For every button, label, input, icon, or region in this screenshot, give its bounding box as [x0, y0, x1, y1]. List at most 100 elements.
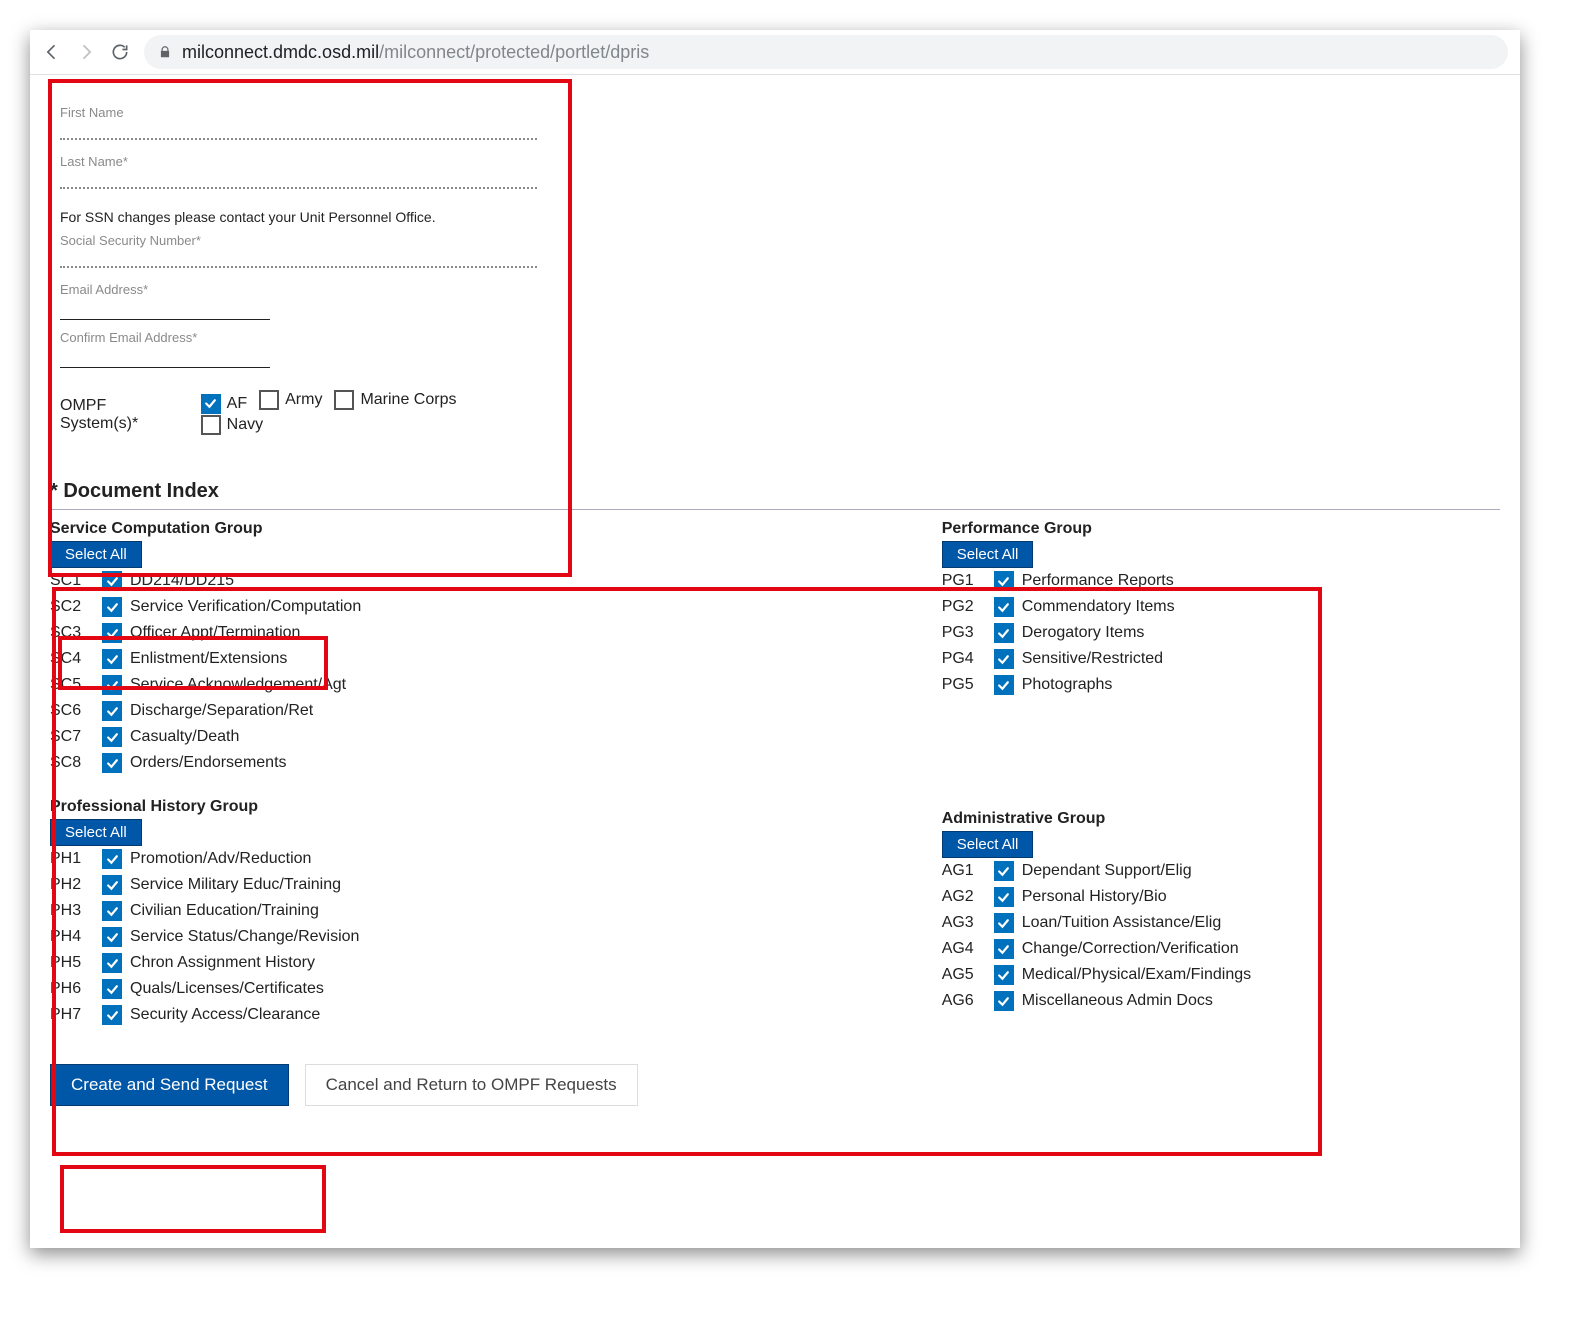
doc-item-checkbox[interactable]	[994, 649, 1014, 669]
doc-item-code: SC1	[50, 572, 94, 590]
action-buttons: Create and Send Request Cancel and Retur…	[50, 1064, 1500, 1106]
doc-item-checkbox[interactable]	[102, 571, 122, 591]
doc-item-checkbox[interactable]	[102, 649, 122, 669]
back-icon[interactable]	[42, 42, 62, 62]
select-all-pg[interactable]: Select All	[942, 541, 1034, 568]
doc-item-checkbox[interactable]	[994, 887, 1014, 907]
doc-item-label: Loan/Tuition Assistance/Elig	[1022, 914, 1222, 932]
ompf-option-label: Army	[285, 391, 322, 409]
doc-item-checkbox[interactable]	[994, 571, 1014, 591]
doc-item-label: Commendatory Items	[1022, 598, 1175, 616]
doc-item-checkbox[interactable]	[994, 913, 1014, 933]
ompf-checkbox-navy[interactable]	[201, 415, 221, 435]
doc-item-code: PG5	[942, 676, 986, 694]
doc-item-code: AG2	[942, 888, 986, 906]
doc-item-checkbox[interactable]	[102, 979, 122, 999]
doc-item-code: PH6	[50, 980, 94, 998]
app-frame: milconnect.dmdc.osd.mil/milconnect/prote…	[30, 30, 1520, 1248]
doc-item-label: Discharge/Separation/Ret	[130, 702, 313, 720]
doc-item-checkbox[interactable]	[994, 623, 1014, 643]
ompf-checkbox-marine-corps[interactable]	[334, 390, 354, 410]
doc-item-label: Service Acknowledgement/Agt	[130, 676, 346, 694]
doc-item-label: Service Verification/Computation	[130, 598, 361, 616]
doc-item-checkbox[interactable]	[102, 701, 122, 721]
doc-item-checkbox[interactable]	[994, 965, 1014, 985]
doc-item-checkbox[interactable]	[994, 675, 1014, 695]
doc-item-label: Medical/Physical/Exam/Findings	[1022, 966, 1251, 984]
doc-item-label: Enlistment/Extensions	[130, 650, 287, 668]
doc-item-row: PH6 Quals/Licenses/Certificates	[50, 976, 942, 1002]
doc-item-code: PH2	[50, 876, 94, 894]
select-all-ag[interactable]: Select All	[942, 831, 1034, 858]
doc-item-code: PH4	[50, 928, 94, 946]
doc-item-row: PH4Service Status/Change/Revision	[50, 924, 942, 950]
select-all-ph[interactable]: Select All	[50, 819, 142, 846]
first-name-label: First Name	[60, 105, 537, 120]
doc-item-label: Security Access/Clearance	[130, 1006, 320, 1024]
doc-item-row: PG1Performance Reports	[942, 568, 1310, 594]
first-name-input[interactable]	[60, 138, 537, 140]
doc-item-code: AG4	[942, 940, 986, 958]
doc-item-code: SC2	[50, 598, 94, 616]
doc-item-checkbox[interactable]	[994, 991, 1014, 1011]
doc-item-row: PG5Photographs	[942, 672, 1310, 698]
doc-item-row: SC8Orders/Endorsements	[50, 750, 942, 776]
doc-item-code: SC4	[50, 650, 94, 668]
doc-item-checkbox[interactable]	[102, 753, 122, 773]
ompf-checkbox-af[interactable]	[201, 394, 221, 414]
forward-icon[interactable]	[76, 42, 96, 62]
doc-item-checkbox[interactable]	[994, 939, 1014, 959]
doc-item-row: AG1 Dependant Support/Elig	[942, 858, 1310, 884]
doc-item-label: Derogatory Items	[1022, 624, 1145, 642]
doc-item-checkbox[interactable]	[994, 597, 1014, 617]
doc-item-label: Dependant Support/Elig	[1022, 862, 1192, 880]
select-all-sc[interactable]: Select All	[50, 541, 142, 568]
doc-item-checkbox[interactable]	[994, 861, 1014, 881]
last-name-input[interactable]	[60, 187, 537, 189]
doc-item-checkbox[interactable]	[102, 901, 122, 921]
doc-item-label: Miscellaneous Admin Docs	[1022, 992, 1213, 1010]
doc-item-code: PH3	[50, 902, 94, 920]
highlight-create-btn	[60, 1165, 326, 1233]
doc-item-label: Casualty/Death	[130, 728, 239, 746]
doc-item-checkbox[interactable]	[102, 727, 122, 747]
doc-item-checkbox[interactable]	[102, 623, 122, 643]
ssn-input[interactable]	[60, 266, 537, 268]
doc-item-row: SC3Officer Appt/Termination	[50, 620, 942, 646]
doc-item-checkbox[interactable]	[102, 953, 122, 973]
address-bar[interactable]: milconnect.dmdc.osd.mil/milconnect/prote…	[144, 35, 1508, 69]
ompf-system-row: OMPF System(s)* AFArmyMarine CorpsNavy	[60, 390, 537, 440]
doc-item-row: PG3Derogatory Items	[942, 620, 1310, 646]
doc-item-code: PG2	[942, 598, 986, 616]
confirm-email-input[interactable]	[60, 367, 270, 368]
doc-item-label: DD214/DD215	[130, 572, 234, 590]
email-input[interactable]	[60, 319, 270, 320]
ompf-checkbox-army[interactable]	[259, 390, 279, 410]
ompf-option-label: Marine Corps	[360, 391, 456, 409]
cancel-return-button[interactable]: Cancel and Return to OMPF Requests	[305, 1064, 638, 1106]
doc-item-checkbox[interactable]	[102, 675, 122, 695]
create-send-button[interactable]: Create and Send Request	[50, 1064, 289, 1106]
doc-item-row: SC7 Casualty/Death	[50, 724, 942, 750]
doc-item-row: PG2 Commendatory Items	[942, 594, 1310, 620]
doc-item-checkbox[interactable]	[102, 1005, 122, 1025]
doc-item-checkbox[interactable]	[102, 875, 122, 895]
doc-item-label: Quals/Licenses/Certificates	[130, 980, 324, 998]
group-service-computation: Service Computation Group Select All SC1…	[50, 520, 942, 776]
doc-item-row: AG6 Miscellaneous Admin Docs	[942, 988, 1310, 1014]
doc-item-code: SC7	[50, 728, 94, 746]
doc-item-label: Chron Assignment History	[130, 954, 315, 972]
doc-item-code: AG6	[942, 992, 986, 1010]
group-title-ag: Administrative Group	[942, 810, 1310, 828]
doc-item-code: PH5	[50, 954, 94, 972]
doc-item-checkbox[interactable]	[102, 597, 122, 617]
reload-icon[interactable]	[110, 42, 130, 62]
doc-item-code: AG1	[942, 862, 986, 880]
doc-item-row: PH1Promotion/Adv/Reduction	[50, 846, 942, 872]
page-content: First Name Last Name* For SSN changes pl…	[30, 75, 1520, 1116]
doc-item-checkbox[interactable]	[102, 927, 122, 947]
doc-item-code: PG4	[942, 650, 986, 668]
group-title-ph: Professional History Group	[50, 798, 942, 816]
doc-item-checkbox[interactable]	[102, 849, 122, 869]
doc-item-label: Orders/Endorsements	[130, 754, 287, 772]
